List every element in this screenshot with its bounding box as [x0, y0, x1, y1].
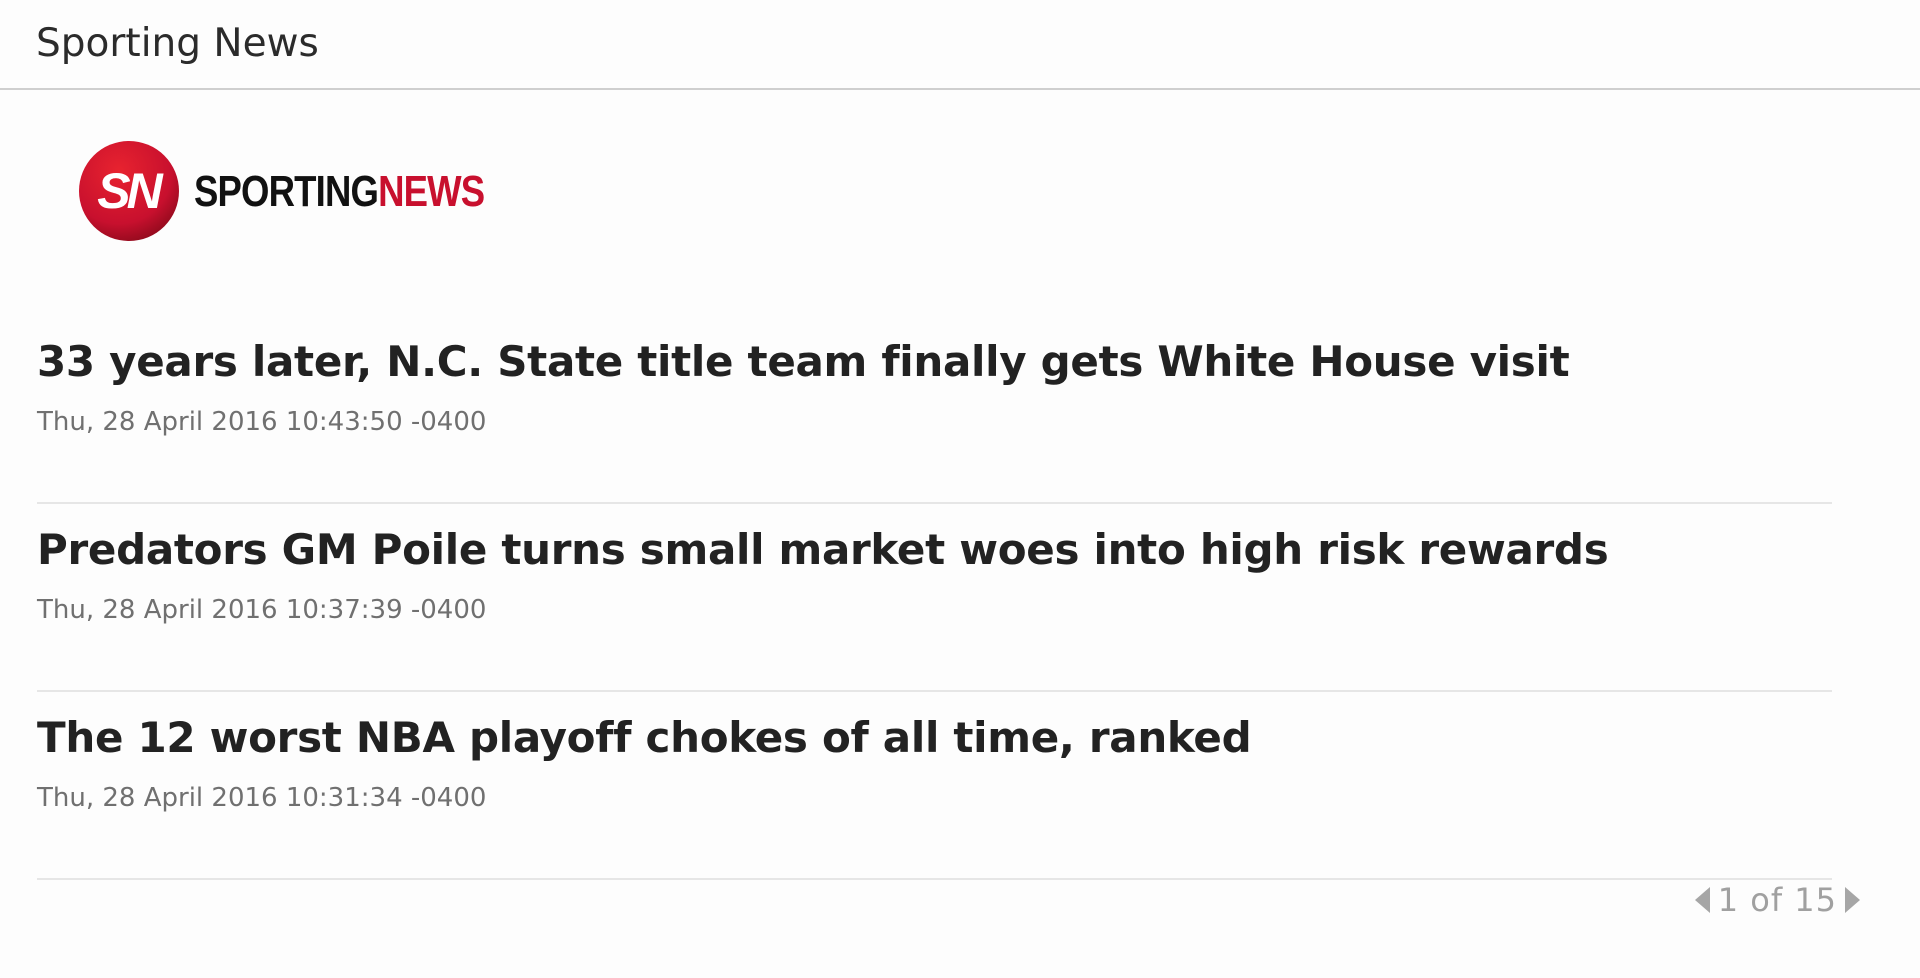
page-indicator: 1 of 15 — [1717, 881, 1837, 919]
caret-right-icon[interactable] — [1845, 887, 1860, 913]
sn-monogram-icon: SN — [79, 141, 179, 241]
widget-title: Sporting News — [36, 21, 319, 66]
article-item[interactable]: Predators GM Poile turns small market wo… — [37, 506, 1832, 692]
svg-text:SN: SN — [97, 163, 163, 219]
article-title[interactable]: The 12 worst NBA playoff chokes of all t… — [37, 710, 1252, 766]
article-list: 33 years later, N.C. State title team fi… — [37, 318, 1832, 882]
article-date: Thu, 28 April 2016 10:37:39 -0400 — [37, 595, 487, 625]
sporting-news-widget: Sporting News SN SPORTINGNEWS 33 years l… — [0, 0, 1920, 978]
logo-word-sporting: SPORTING — [194, 167, 379, 216]
logo-wordmark: SPORTINGNEWS — [194, 164, 485, 220]
sporting-news-logo: SN SPORTINGNEWS — [78, 140, 518, 244]
article-title[interactable]: Predators GM Poile turns small market wo… — [37, 522, 1609, 578]
article-item[interactable]: 33 years later, N.C. State title team fi… — [37, 318, 1832, 504]
caret-left-icon[interactable] — [1694, 887, 1710, 913]
article-item[interactable]: The 12 worst NBA playoff chokes of all t… — [37, 694, 1832, 880]
article-date: Thu, 28 April 2016 10:31:34 -0400 — [37, 783, 487, 813]
article-date: Thu, 28 April 2016 10:43:50 -0400 — [37, 407, 487, 437]
article-title[interactable]: 33 years later, N.C. State title team fi… — [37, 334, 1570, 390]
widget-header: Sporting News — [0, 0, 1920, 90]
pagination: 1 of 15 — [1694, 878, 1860, 922]
logo-word-news: NEWS — [378, 167, 485, 216]
